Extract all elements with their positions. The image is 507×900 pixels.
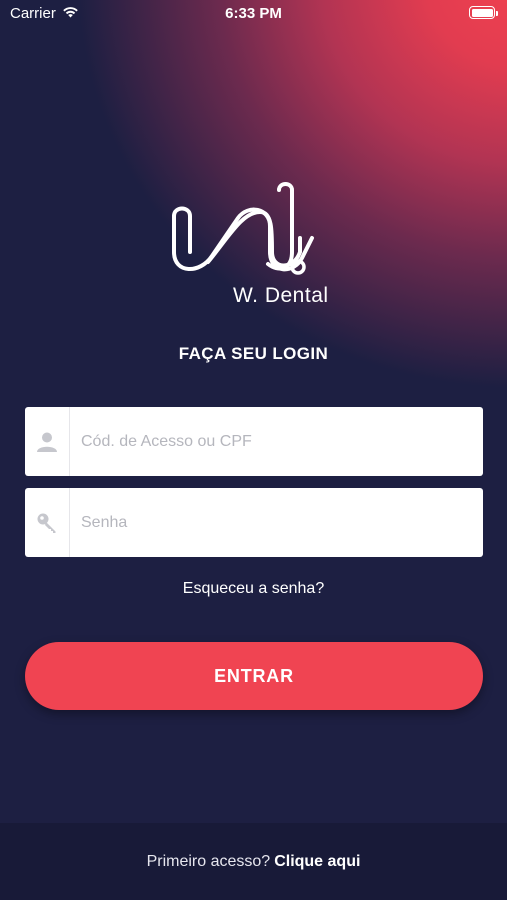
forgot-password-link[interactable]: Esqueceu a senha? <box>0 580 507 598</box>
password-field[interactable] <box>25 488 483 557</box>
status-bar: Carrier 6:33 PM <box>0 0 507 28</box>
login-button[interactable]: ENTRAR <box>25 642 483 710</box>
access-code-input[interactable] <box>70 407 483 476</box>
status-time: 6:33 PM <box>225 5 282 22</box>
key-icon <box>25 488 70 557</box>
password-input[interactable] <box>70 488 483 557</box>
logo-text: W. Dental <box>233 284 329 307</box>
battery-icon <box>469 6 498 19</box>
user-icon <box>25 407 70 476</box>
user-field[interactable] <box>25 407 483 476</box>
page-title: FAÇA SEU LOGIN <box>178 344 329 363</box>
footer: Primeiro acesso? Clique aqui <box>0 823 507 900</box>
first-access-link[interactable]: Clique aqui <box>274 853 360 871</box>
first-access-prompt: Primeiro acesso? <box>146 852 271 870</box>
